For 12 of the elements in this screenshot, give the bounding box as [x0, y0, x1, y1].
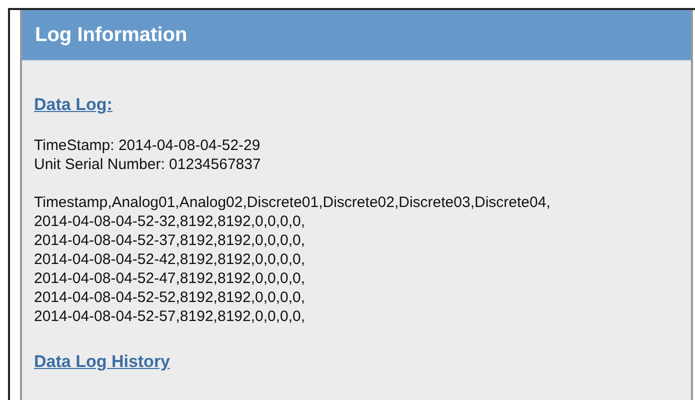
log-line: 2014-04-08-04-52-57,8192,8192,0,0,0,0, — [34, 307, 306, 326]
log-line: 2014-04-08-04-52-32,8192,8192,0,0,0,0, — [34, 212, 306, 231]
log-line: Timestamp,Analog01,Analog02,Discrete01,Discrete02,Discrete03,Discrete04, — [34, 193, 552, 212]
log-line: 2014-04-08-04-52-37,8192,8192,0,0,0,0, — [34, 231, 306, 250]
data-log-history-link[interactable]: Data Log History — [34, 352, 170, 372]
log-line: 2014-04-08-04-52-42,8192,8192,0,0,0,0, — [34, 250, 306, 269]
serial-number-text: Unit Serial Number: 01234567837 — [34, 155, 262, 174]
log-line: 2014-04-08-04-52-47,8192,8192,0,0,0,0, — [34, 269, 306, 288]
timestamp-text: TimeStamp: 2014-04-08-04-52-29 — [34, 136, 262, 155]
panel-title: Log Information — [35, 24, 188, 46]
log-line: 2014-04-08-04-52-52,8192,8192,0,0,0,0, — [34, 288, 306, 307]
data-log-link[interactable]: Data Log: — [34, 95, 112, 115]
